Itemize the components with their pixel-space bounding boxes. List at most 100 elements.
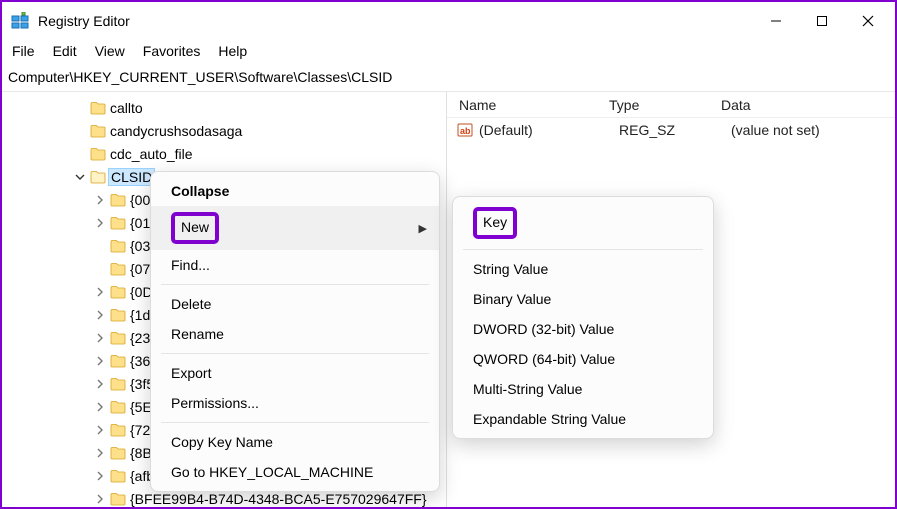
- ctx-new-dword[interactable]: DWORD (32-bit) Value: [453, 314, 713, 344]
- folder-icon: [110, 193, 126, 207]
- value-type: REG_SZ: [607, 122, 719, 138]
- ctx-new-qword[interactable]: QWORD (64-bit) Value: [453, 344, 713, 374]
- no-expander: [72, 100, 88, 116]
- ctx-separator: [161, 284, 429, 285]
- ctx-copy-key-name[interactable]: Copy Key Name: [151, 427, 439, 457]
- folder-icon: [110, 239, 126, 253]
- tree-node-label: {01: [130, 215, 150, 231]
- app-icon: [10, 11, 30, 31]
- folder-icon: [110, 354, 126, 368]
- tree-node[interactable]: callto: [10, 96, 446, 119]
- maximize-button[interactable]: [799, 5, 845, 37]
- ctx-collapse[interactable]: Collapse: [151, 176, 439, 206]
- value-data: (value not set): [719, 122, 895, 138]
- ctx-delete[interactable]: Delete: [151, 289, 439, 319]
- tree-node-label: callto: [110, 100, 143, 116]
- string-value-icon: ab: [457, 122, 473, 138]
- registry-editor-window: Registry Editor File Edit View Favorites…: [0, 0, 897, 509]
- expand-icon[interactable]: [92, 192, 108, 208]
- folder-icon: [110, 423, 126, 437]
- ctx-new-multistring[interactable]: Multi-String Value: [453, 374, 713, 404]
- close-button[interactable]: [845, 5, 891, 37]
- folder-icon: [110, 331, 126, 345]
- col-data[interactable]: Data: [709, 97, 895, 113]
- expand-icon[interactable]: [92, 215, 108, 231]
- folder-icon: [110, 285, 126, 299]
- menu-help[interactable]: Help: [218, 43, 247, 59]
- no-expander: [92, 238, 108, 254]
- expand-icon[interactable]: [92, 491, 108, 507]
- address-bar[interactable]: Computer\HKEY_CURRENT_USER\Software\Clas…: [2, 65, 895, 92]
- expand-icon[interactable]: [92, 399, 108, 415]
- tree-node-label: {72: [130, 422, 150, 438]
- highlight-key: Key: [473, 207, 517, 239]
- folder-icon: [90, 101, 106, 115]
- ctx-goto-hklm[interactable]: Go to HKEY_LOCAL_MACHINE: [151, 457, 439, 487]
- ctx-separator: [161, 353, 429, 354]
- ctx-new-expandstring[interactable]: Expandable String Value: [453, 404, 713, 434]
- menu-view[interactable]: View: [95, 43, 125, 59]
- ctx-separator: [161, 422, 429, 423]
- ctx-new-key[interactable]: Key: [453, 201, 713, 245]
- tree-node-label: {03: [130, 238, 150, 254]
- highlight-new: New: [171, 212, 219, 244]
- no-expander: [72, 146, 88, 162]
- ctx-rename[interactable]: Rename: [151, 319, 439, 349]
- expand-icon[interactable]: [92, 376, 108, 392]
- no-expander: [92, 261, 108, 277]
- ctx-new-string[interactable]: String Value: [453, 254, 713, 284]
- context-submenu-new: Key String Value Binary Value DWORD (32-…: [452, 196, 714, 439]
- ctx-new-binary[interactable]: Binary Value: [453, 284, 713, 314]
- folder-icon: [110, 446, 126, 460]
- menubar: File Edit View Favorites Help: [2, 40, 895, 65]
- ctx-separator: [463, 249, 703, 250]
- tree-node-label: {00: [130, 192, 150, 208]
- folder-icon: [110, 308, 126, 322]
- folder-icon: [110, 216, 126, 230]
- tree-node-label: {23: [130, 330, 150, 346]
- tree-node[interactable]: cdc_auto_file: [10, 142, 446, 165]
- col-name[interactable]: Name: [447, 97, 597, 113]
- expand-icon[interactable]: [92, 307, 108, 323]
- window-title: Registry Editor: [38, 13, 130, 29]
- expand-icon[interactable]: [92, 353, 108, 369]
- svg-text:ab: ab: [460, 126, 471, 136]
- menu-file[interactable]: File: [12, 43, 35, 59]
- titlebar: Registry Editor: [2, 2, 895, 40]
- minimize-button[interactable]: [753, 5, 799, 37]
- folder-icon: [110, 262, 126, 276]
- collapse-icon[interactable]: [72, 169, 88, 185]
- folder-icon: [110, 469, 126, 483]
- tree-node-label: {36: [130, 353, 150, 369]
- value-row[interactable]: ab (Default) REG_SZ (value not set): [447, 118, 895, 142]
- expand-icon[interactable]: [92, 284, 108, 300]
- tree-node-label: candycrushsodasaga: [110, 123, 242, 139]
- submenu-arrow-icon: ▶: [419, 222, 427, 235]
- menu-favorites[interactable]: Favorites: [143, 43, 201, 59]
- ctx-new[interactable]: New ▶: [151, 206, 439, 250]
- tree-node-label: {07: [130, 261, 150, 277]
- tree-node[interactable]: candycrushsodasaga: [10, 119, 446, 142]
- ctx-export[interactable]: Export: [151, 358, 439, 388]
- expand-icon[interactable]: [92, 468, 108, 484]
- tree-node-label: cdc_auto_file: [110, 146, 193, 162]
- menu-edit[interactable]: Edit: [53, 43, 77, 59]
- context-menu: Collapse New ▶ Find... Delete Rename Exp…: [150, 171, 440, 492]
- folder-icon: [110, 492, 126, 506]
- ctx-find[interactable]: Find...: [151, 250, 439, 280]
- value-name: (Default): [479, 122, 607, 138]
- expand-icon[interactable]: [92, 445, 108, 461]
- folder-open-icon: [90, 170, 106, 184]
- tree-node-label: {5E: [130, 399, 152, 415]
- folder-icon: [90, 124, 106, 138]
- expand-icon[interactable]: [92, 422, 108, 438]
- expand-icon[interactable]: [92, 330, 108, 346]
- no-expander: [72, 123, 88, 139]
- folder-icon: [90, 147, 106, 161]
- ctx-permissions[interactable]: Permissions...: [151, 388, 439, 418]
- col-type[interactable]: Type: [597, 97, 709, 113]
- content-area: callto candycrushsodasaga cdc_auto_file CLS…: [2, 92, 895, 507]
- tree-node-label: CLSID: [108, 168, 155, 186]
- tree-node-label: {1d: [130, 307, 150, 323]
- folder-icon: [110, 400, 126, 414]
